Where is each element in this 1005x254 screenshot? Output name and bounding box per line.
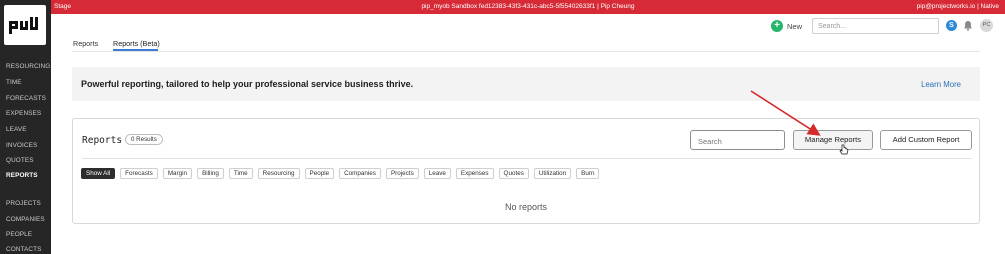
report-filter-chips: Show All Forecasts Margin Billing Time R… — [81, 168, 600, 179]
sidebar-item-companies[interactable]: COMPANIES — [6, 216, 45, 223]
learn-more-link[interactable]: Learn More — [921, 80, 961, 89]
filter-people[interactable]: People — [304, 168, 335, 179]
reports-search-input[interactable]: Search — [690, 130, 785, 150]
environment-bar: Stage pip_myob Sandbox fed12383-43f3-431… — [51, 0, 1005, 14]
help-icon[interactable]: S — [946, 20, 957, 31]
sidebar: RESOURCING TIME FORECASTS EXPENSES LEAVE… — [0, 0, 51, 254]
manage-reports-button[interactable]: Manage Reports — [793, 130, 873, 150]
new-button[interactable]: + New — [771, 19, 802, 33]
filter-projects[interactable]: Projects — [385, 168, 419, 179]
sidebar-item-forecasts[interactable]: FORECASTS — [6, 95, 46, 102]
reports-panel: Reports 0 Results Search Manage Reports … — [72, 118, 980, 224]
new-button-label: New — [787, 21, 803, 31]
filter-time[interactable]: Time — [228, 168, 253, 179]
sidebar-item-leave[interactable]: LEAVE — [6, 126, 27, 133]
sidebar-item-quotes[interactable]: QUOTES — [6, 157, 34, 164]
sidebar-item-contacts[interactable]: CONTACTS — [6, 246, 41, 253]
projectworks-logo-icon[interactable] — [4, 5, 46, 45]
tab-reports[interactable]: Reports — [73, 39, 98, 48]
sidebar-item-invoices[interactable]: INVOICES — [6, 142, 37, 149]
filter-burn[interactable]: Burn — [576, 168, 600, 179]
sidebar-item-resourcing[interactable]: RESOURCING — [6, 63, 50, 70]
tabs-divider — [72, 51, 980, 52]
sidebar-item-expenses[interactable]: EXPENSES — [6, 110, 41, 117]
tenant-info: pip_myob Sandbox fed12383-43f3-431c-abc5… — [421, 3, 635, 10]
user-info[interactable]: pip@projectworks.io | Native — [917, 3, 999, 10]
filter-show-all[interactable]: Show All — [81, 168, 116, 179]
sidebar-item-time[interactable]: TIME — [6, 79, 22, 86]
banner-text: Powerful reporting, tailored to help you… — [81, 79, 414, 89]
tab-reports-beta[interactable]: Reports (Beta) — [113, 39, 160, 48]
empty-state-message: No reports — [504, 202, 548, 212]
filter-resourcing[interactable]: Resourcing — [257, 168, 300, 179]
filter-forecasts[interactable]: Forecasts — [120, 168, 158, 179]
filter-utilization[interactable]: Utilization — [533, 168, 572, 179]
sidebar-item-projects[interactable]: PROJECTS — [6, 200, 41, 207]
plus-icon: + — [771, 20, 783, 32]
results-count-badge: 0 Results — [125, 134, 163, 145]
avatar[interactable]: PC — [980, 19, 993, 32]
sidebar-item-people[interactable]: PEOPLE — [6, 231, 32, 238]
promo-banner: Powerful reporting, tailored to help you… — [72, 67, 980, 101]
bell-icon[interactable] — [963, 20, 973, 31]
filter-expenses[interactable]: Expenses — [455, 168, 494, 179]
global-search-input[interactable]: Search... — [812, 18, 939, 34]
filter-billing[interactable]: Billing — [197, 168, 224, 179]
add-custom-report-button[interactable]: Add Custom Report — [880, 130, 972, 150]
filter-quotes[interactable]: Quotes — [498, 168, 529, 179]
panel-divider — [82, 158, 972, 159]
reports-title: Reports — [82, 135, 123, 146]
filter-companies[interactable]: Companies — [339, 168, 381, 179]
filter-margin[interactable]: Margin — [162, 168, 193, 179]
filter-leave[interactable]: Leave — [423, 168, 451, 179]
mouse-cursor-icon — [839, 144, 849, 155]
sidebar-item-reports[interactable]: REPORTS — [6, 172, 38, 179]
